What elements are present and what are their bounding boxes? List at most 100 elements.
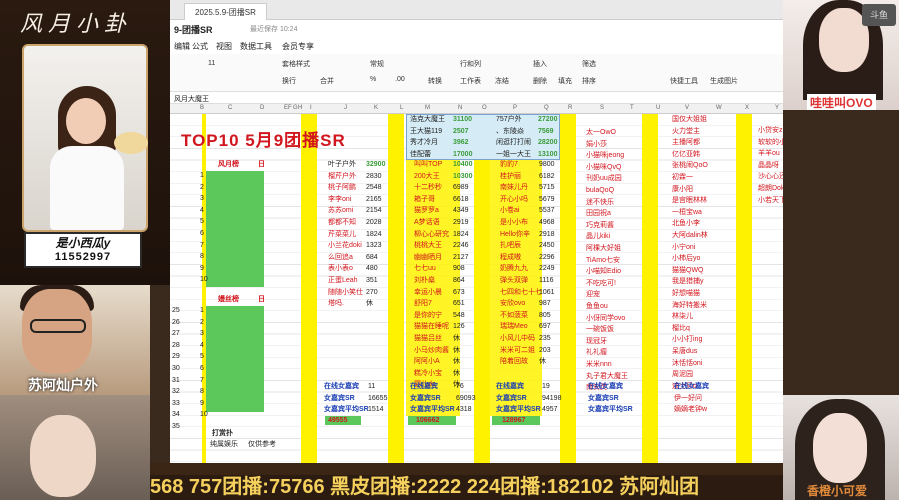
value-cell[interactable]: 5715 xyxy=(539,183,555,193)
column-header[interactable]: S xyxy=(600,105,604,111)
column-header[interactable]: R xyxy=(568,105,572,111)
row-label[interactable]: 35 xyxy=(172,422,180,432)
name-cell[interactable]: 张桃闹QoO xyxy=(672,161,708,171)
value-cell[interactable]: 2165 xyxy=(366,195,382,205)
column-header[interactable]: I xyxy=(310,105,312,111)
name-cell[interactable]: 榴芹户外 xyxy=(328,172,356,182)
name-cell[interactable]: 南妹儿丹 xyxy=(500,183,528,193)
value-cell[interactable]: 5679 xyxy=(539,195,555,205)
value-cell[interactable]: 1824 xyxy=(366,230,382,240)
name-cell[interactable]: 米米可二姐 xyxy=(500,346,535,356)
name-cell[interactable]: 巧克莉酱 xyxy=(586,221,614,231)
summary-label[interactable]: 女嘉宾SR xyxy=(410,394,441,404)
row-label[interactable]: 28 xyxy=(172,341,180,351)
summary-label[interactable]: 在线嘉宾 xyxy=(496,382,524,392)
value-cell[interactable]: 4968 xyxy=(539,218,555,228)
value-cell[interactable]: 1061 xyxy=(539,288,555,298)
column-header[interactable]: K xyxy=(374,105,378,111)
name-cell[interactable]: 沐恬恬oni xyxy=(672,359,702,369)
value-cell[interactable]: 2918 xyxy=(539,230,555,240)
top-box-name[interactable]: 757户外 xyxy=(496,115,522,125)
name-cell[interactable]: 大阿dalin林 xyxy=(672,231,708,241)
row-number[interactable]: 5 xyxy=(200,217,204,227)
column-header[interactable]: D xyxy=(260,105,264,111)
name-cell[interactable]: 陪着回故 xyxy=(500,357,528,367)
name-cell[interactable]: 猫猫吕丝 xyxy=(414,334,442,344)
name-cell[interactable]: 扎吧辰 xyxy=(500,241,521,251)
column-header[interactable]: Y xyxy=(775,105,779,111)
name-cell[interactable]: 都都不知 xyxy=(328,218,356,228)
summary-value[interactable]: 1514 xyxy=(368,405,384,415)
name-cell[interactable]: 小卷ai xyxy=(500,206,519,216)
value-cell[interactable]: 2450 xyxy=(539,241,555,251)
name-cell[interactable]: 北鱼小李 xyxy=(672,219,700,229)
name-cell[interactable]: 迎宠 xyxy=(586,290,600,300)
name-cell[interactable]: 是宫眠林林 xyxy=(672,196,707,206)
name-cell[interactable]: 米米nnn xyxy=(586,360,612,370)
name-cell[interactable]: 小兰花doki xyxy=(328,241,362,251)
name-cell[interactable]: 康小阳 xyxy=(672,185,693,195)
value-cell[interactable]: 休 xyxy=(366,299,373,309)
row-number[interactable]: 3 xyxy=(200,329,204,339)
row-label[interactable]: 34 xyxy=(172,410,180,420)
summary-value[interactable]: 4957 xyxy=(542,405,558,415)
name-cell[interactable]: 小马炒肉酱 xyxy=(414,346,449,356)
name-cell[interactable]: 瑞瑞Meo xyxy=(500,322,528,332)
name-cell[interactable]: 芹菜菜儿 xyxy=(328,230,356,240)
font-size-select[interactable]: 11 xyxy=(208,60,215,67)
name-cell[interactable]: 小宁oni xyxy=(672,243,695,253)
top-box-name[interactable]: 闲逛打打闹 xyxy=(496,138,531,148)
name-cell[interactable]: 亿亿亚韩 xyxy=(672,150,700,160)
row-label[interactable]: 25 xyxy=(172,306,180,316)
name-cell[interactable]: 羊羊ou xyxy=(758,149,780,159)
name-cell[interactable]: 林柒儿 xyxy=(672,312,693,322)
value-cell[interactable]: 651 xyxy=(453,299,465,309)
value-cell[interactable]: 6182 xyxy=(539,172,555,182)
value-cell[interactable]: 2249 xyxy=(539,264,555,274)
rows-cols-button[interactable]: 行和列 xyxy=(460,59,481,69)
name-cell[interactable]: 超朗Doki xyxy=(758,184,783,194)
format-select[interactable]: 常规 xyxy=(370,59,384,69)
value-cell[interactable]: 673 xyxy=(453,288,465,298)
name-cell[interactable]: 苏苏omi xyxy=(328,206,353,216)
name-cell[interactable]: 主播阿都 xyxy=(672,138,700,148)
summary-value[interactable]: 4318 xyxy=(456,405,472,415)
name-cell[interactable]: 桃桃大王 xyxy=(414,241,442,251)
name-cell[interactable]: 小风儿中码 xyxy=(500,334,535,344)
name-cell[interactable]: 田园祝a xyxy=(586,209,611,219)
percent-button[interactable]: % xyxy=(370,76,376,83)
value-cell[interactable]: 4349 xyxy=(453,206,469,216)
name-cell[interactable]: 刊奶uu成园 xyxy=(586,174,622,184)
name-cell[interactable]: 随随小笑仕 xyxy=(328,288,363,298)
value-cell[interactable]: 908 xyxy=(453,264,465,274)
row-label[interactable]: 33 xyxy=(172,399,180,409)
top-box-name[interactable]: 一姐一大王 xyxy=(496,150,531,160)
summary-label[interactable]: 嫡嫡老钟w xyxy=(674,405,707,415)
value-cell[interactable]: 805 xyxy=(539,311,551,321)
name-cell[interactable]: 程成嗷 xyxy=(500,253,521,263)
name-cell[interactable]: 糕冷小宝 xyxy=(414,369,442,379)
name-cell[interactable]: Hello你辛 xyxy=(500,230,530,240)
style-button[interactable]: 套格样式 xyxy=(282,59,310,69)
menu-view[interactable]: 视图 xyxy=(216,41,232,52)
row-number[interactable]: 9 xyxy=(200,399,204,409)
value-cell[interactable]: 548 xyxy=(453,311,465,321)
row-label[interactable]: 32 xyxy=(172,387,180,397)
name-cell[interactable]: 礼礼瘤 xyxy=(586,348,607,358)
wrap-button[interactable]: 换行 xyxy=(282,76,296,86)
column-header[interactable]: H xyxy=(298,105,302,111)
row-number[interactable]: 7 xyxy=(200,376,204,386)
column-header[interactable]: O xyxy=(482,105,487,111)
row-number[interactable]: 1 xyxy=(200,306,204,316)
summary-value[interactable]: 11 xyxy=(368,382,375,392)
value-cell[interactable]: 9800 xyxy=(539,160,555,170)
name-cell[interactable]: 猫罗罗a xyxy=(414,206,439,216)
summary-value[interactable]: 94198 xyxy=(542,394,561,404)
freeze-button[interactable]: 冻结 xyxy=(495,76,509,86)
name-cell[interactable]: 七七uu xyxy=(414,264,436,274)
row-number[interactable]: 2 xyxy=(200,318,204,328)
column-header[interactable]: T xyxy=(630,105,634,111)
name-cell[interactable]: 周泥园 xyxy=(672,370,693,380)
file-name[interactable]: 9-团播SR xyxy=(174,23,213,36)
name-cell[interactable]: 小柿后yo xyxy=(672,254,700,264)
